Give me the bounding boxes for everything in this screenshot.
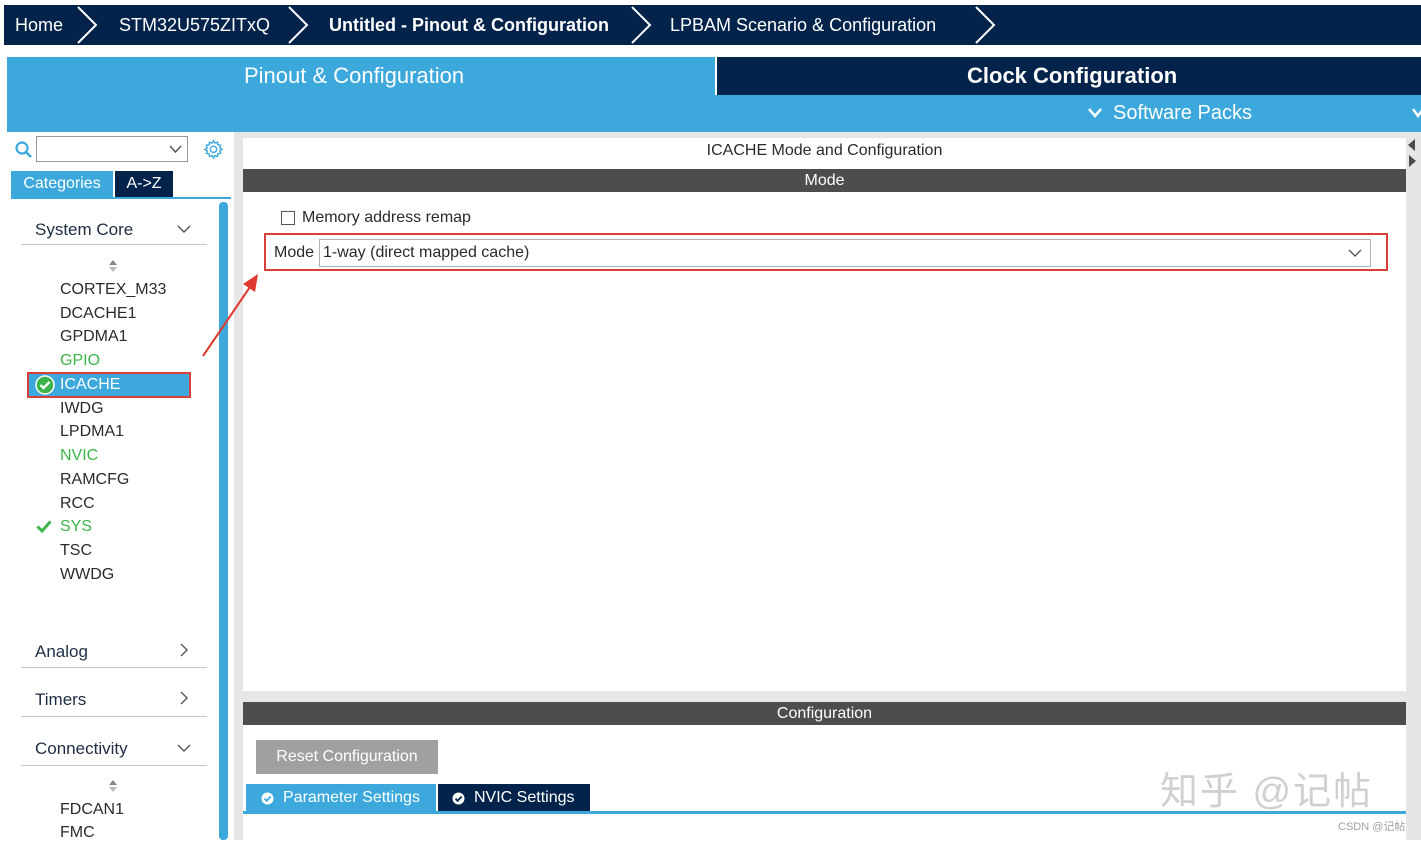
divider: [21, 667, 207, 668]
list-item-icache[interactable]: ICACHE: [60, 374, 120, 396]
mode-select-value: 1-way (direct mapped cache): [323, 244, 530, 261]
list-item-iwdg[interactable]: IWDG: [60, 398, 104, 420]
mode-select[interactable]: 1-way (direct mapped cache): [319, 239, 1371, 267]
tab-clock-label: Clock Configuration: [967, 63, 1178, 88]
chevron-down-icon: [1088, 108, 1102, 118]
tab-categories[interactable]: Categories: [11, 171, 113, 197]
breadcrumb-project[interactable]: Untitled - Pinout & Configuration: [329, 5, 609, 45]
list-item-rcc[interactable]: RCC: [60, 493, 95, 515]
gear-icon[interactable]: [203, 139, 224, 160]
annotation-arrow-icon: [202, 274, 258, 357]
panel-title: ICACHE Mode and Configuration: [706, 142, 943, 159]
software-packs-menu[interactable]: Software Packs: [1113, 95, 1252, 132]
memory-remap-label: Memory address remap: [302, 209, 471, 226]
configuration-header: Configuration: [243, 702, 1406, 725]
chevron-down-icon[interactable]: [1412, 107, 1421, 119]
tab-pinout-label: Pinout & Configuration: [244, 63, 465, 88]
list-item-sys[interactable]: SYS: [60, 516, 92, 538]
divider: [21, 244, 207, 245]
tab-underline: [11, 197, 231, 199]
sort-icon[interactable]: [108, 259, 118, 273]
chevron-right-icon[interactable]: [179, 643, 189, 657]
list-item-lpdma1[interactable]: LPDMA1: [60, 421, 124, 443]
list-item-ramcfg[interactable]: RAMCFG: [60, 469, 129, 491]
breadcrumb-device[interactable]: STM32U575ZITxQ: [119, 5, 270, 45]
reset-configuration-button[interactable]: Reset Configuration: [256, 740, 438, 774]
breadcrumb-chevron-icon: [77, 6, 98, 44]
category-timers[interactable]: Timers: [35, 690, 86, 710]
tab-parameter-settings[interactable]: Parameter Settings: [246, 784, 436, 812]
collapse-arrows-icon[interactable]: [1406, 137, 1418, 169]
list-item-wwdg[interactable]: WWDG: [60, 564, 114, 586]
chevron-down-icon[interactable]: [177, 224, 191, 234]
search-input[interactable]: [36, 136, 188, 162]
list-item-dcache1[interactable]: DCACHE1: [60, 303, 136, 325]
tab-a-to-z[interactable]: A->Z: [115, 171, 173, 197]
tab-parameter-settings-label: Parameter Settings: [283, 789, 420, 806]
list-item-cortex-m33[interactable]: CORTEX_M33: [60, 279, 166, 301]
breadcrumb-chevron-icon: [975, 6, 996, 44]
software-packs-bar: Software Packs: [7, 95, 1421, 132]
tab-nvic-settings-label: NVIC Settings: [474, 789, 575, 806]
mode-header: Mode: [243, 169, 1406, 192]
category-system-core[interactable]: System Core: [35, 220, 133, 240]
divider: [21, 716, 207, 717]
breadcrumb-home[interactable]: Home: [15, 5, 63, 45]
list-item-nvic[interactable]: NVIC: [60, 445, 98, 467]
check-circle-icon: [452, 792, 465, 805]
zhihu-watermark: 知乎 @记帖: [1160, 771, 1374, 813]
tab-pinout-configuration[interactable]: Pinout & Configuration: [7, 57, 715, 95]
chevron-down-icon[interactable]: [177, 743, 191, 753]
category-analog[interactable]: Analog: [35, 642, 88, 662]
list-item-fmc[interactable]: FMC: [60, 822, 95, 844]
check-circle-icon: [35, 375, 55, 395]
chevron-down-icon[interactable]: [169, 145, 182, 154]
breadcrumb-chevron-icon: [631, 6, 652, 44]
mode-label: Mode: [274, 244, 315, 261]
list-item-gpio[interactable]: GPIO: [60, 350, 100, 372]
list-item-gpdma1[interactable]: GPDMA1: [60, 326, 128, 348]
csdn-watermark: CSDN @记帖: [1338, 821, 1406, 833]
list-item-fdcan1[interactable]: FDCAN1: [60, 799, 124, 821]
list-item-tsc[interactable]: TSC: [60, 540, 92, 562]
check-circle-icon: [261, 792, 274, 805]
tab-clock-configuration[interactable]: Clock Configuration: [717, 57, 1421, 95]
divider: [21, 765, 207, 766]
sort-icon[interactable]: [108, 779, 118, 793]
chevron-right-icon[interactable]: [179, 691, 189, 705]
breadcrumb-lpbam[interactable]: LPBAM Scenario & Configuration: [670, 5, 936, 45]
chevron-down-icon[interactable]: [1348, 249, 1362, 258]
breadcrumb-chevron-icon: [288, 6, 309, 44]
tab-nvic-settings[interactable]: NVIC Settings: [438, 784, 590, 812]
search-icon[interactable]: [14, 140, 34, 160]
checkmark-icon: [36, 520, 52, 533]
category-connectivity[interactable]: Connectivity: [35, 739, 128, 759]
memory-remap-checkbox[interactable]: [281, 211, 295, 225]
